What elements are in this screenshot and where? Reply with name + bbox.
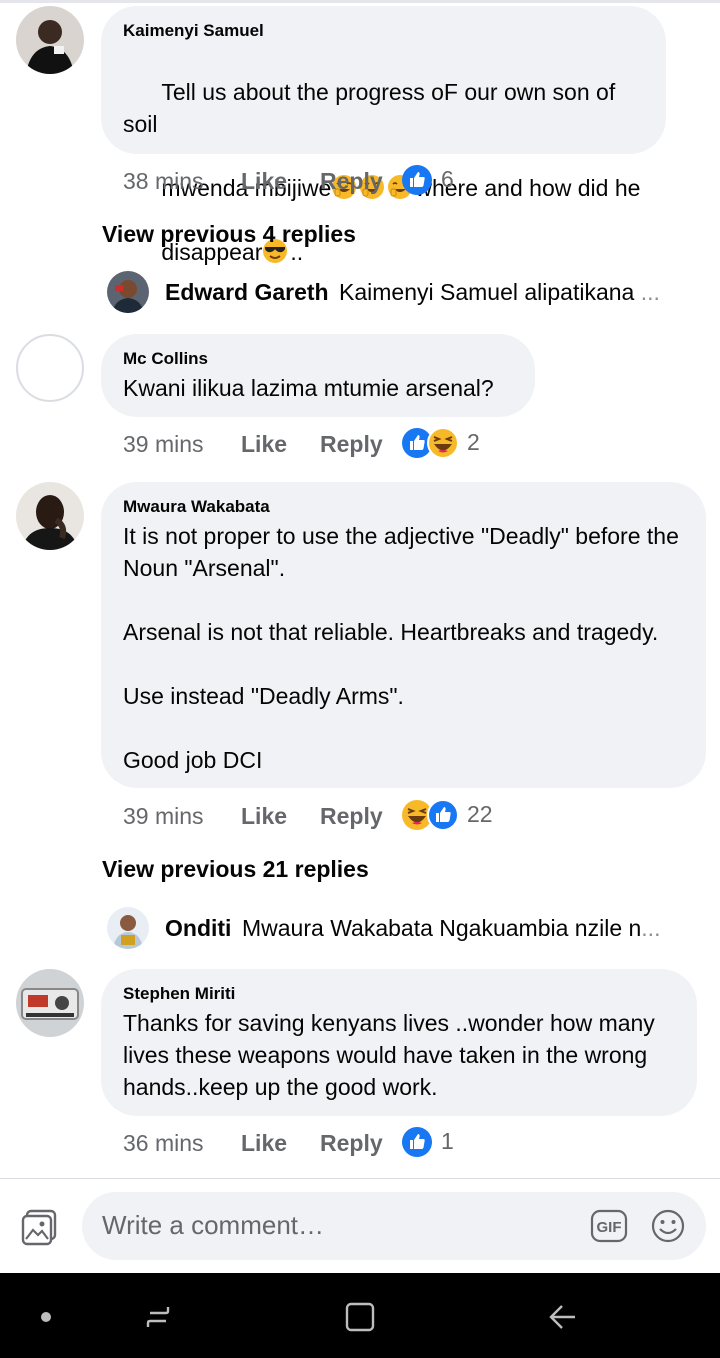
like-button[interactable]: Like bbox=[241, 168, 287, 195]
recent-apps-icon[interactable] bbox=[138, 1295, 178, 1335]
comment-bubble: Kaimenyi Samuel Tell us about the progre… bbox=[101, 6, 666, 265]
reply-preview-text: Mwaura Wakabata Ngakuambia nzile n... bbox=[242, 915, 660, 942]
reply-button[interactable]: Reply bbox=[320, 1130, 383, 1157]
comment-text: Thanks for saving kenyans lives ..wonder… bbox=[123, 1010, 662, 1100]
comment-composer: Write a comment… GIF bbox=[0, 1179, 720, 1273]
comment-bubble: Mc Collins Kwani ilikua lazima mtumie ar… bbox=[101, 334, 535, 417]
comment-time[interactable]: 38 mins bbox=[123, 168, 204, 195]
like-button[interactable]: Like bbox=[241, 1130, 287, 1157]
haha-reaction-icon[interactable] bbox=[427, 427, 459, 459]
reply-preview-body: Mwaura Wakabata Ngakuambia nzile n bbox=[242, 915, 642, 941]
reply-button[interactable]: Reply bbox=[320, 431, 383, 458]
comment-bubble: Stephen Miriti Thanks for saving kenyans… bbox=[101, 969, 697, 1116]
top-divider bbox=[0, 0, 720, 3]
avatar[interactable] bbox=[16, 6, 84, 74]
comment-text: Kwani ilikua lazima mtumie arsenal? bbox=[123, 375, 494, 401]
reaction-count[interactable]: 2 bbox=[467, 429, 480, 456]
ellipsis: ... bbox=[641, 915, 661, 941]
overview-icon[interactable] bbox=[340, 1295, 380, 1335]
emoji-icon[interactable] bbox=[650, 1208, 686, 1244]
view-previous-replies[interactable]: View previous 21 replies bbox=[102, 856, 369, 883]
system-nav-bar bbox=[0, 1273, 720, 1358]
comment-time[interactable]: 39 mins bbox=[123, 803, 204, 830]
like-reaction-icon[interactable] bbox=[427, 799, 459, 831]
reply-button[interactable]: Reply bbox=[320, 168, 383, 195]
reaction-count[interactable]: 6 bbox=[441, 166, 454, 193]
comment-author[interactable]: Mc Collins bbox=[123, 348, 513, 370]
view-previous-replies[interactable]: View previous 4 replies bbox=[102, 221, 356, 248]
like-reaction-icon[interactable] bbox=[401, 164, 433, 196]
avatar[interactable] bbox=[107, 271, 149, 313]
like-reaction-icon[interactable] bbox=[401, 1126, 433, 1158]
reply-preview-text: Kaimenyi Samuel alipatikana ... bbox=[339, 279, 660, 306]
photo-icon[interactable] bbox=[20, 1207, 60, 1247]
avatar[interactable] bbox=[107, 907, 149, 949]
comment-text-line: Tell us about the progress oF our own so… bbox=[123, 79, 622, 137]
gif-icon-label: GIF bbox=[597, 1219, 622, 1236]
reply-preview[interactable]: Onditi Mwaura Wakabata Ngakuambia nzile … bbox=[107, 907, 707, 951]
comment-author[interactable]: Stephen Miriti bbox=[123, 983, 675, 1005]
comment-bubble: Mwaura Wakabata It is not proper to use … bbox=[101, 482, 706, 788]
comment-text: It is not proper to use the adjective "D… bbox=[123, 523, 679, 773]
reply-author[interactable]: Onditi bbox=[165, 915, 231, 942]
home-dot-icon[interactable] bbox=[26, 1295, 66, 1335]
reply-author[interactable]: Edward Gareth bbox=[165, 279, 329, 306]
comment-input[interactable]: Write a comment… GIF bbox=[82, 1192, 706, 1260]
avatar[interactable] bbox=[16, 334, 84, 402]
comment-time[interactable]: 36 mins bbox=[123, 1130, 204, 1157]
avatar[interactable] bbox=[16, 482, 84, 550]
ellipsis: ... bbox=[640, 279, 660, 305]
avatar[interactable] bbox=[16, 969, 84, 1037]
reply-preview-body: Kaimenyi Samuel alipatikana bbox=[339, 279, 635, 305]
reaction-count[interactable]: 1 bbox=[441, 1128, 454, 1155]
reaction-count[interactable]: 22 bbox=[467, 801, 493, 828]
gif-icon[interactable]: GIF bbox=[590, 1208, 628, 1244]
comment-author[interactable]: Kaimenyi Samuel bbox=[123, 20, 644, 42]
like-button[interactable]: Like bbox=[241, 431, 287, 458]
comment-time[interactable]: 39 mins bbox=[123, 431, 204, 458]
comment-author[interactable]: Mwaura Wakabata bbox=[123, 496, 684, 518]
comment-input-placeholder[interactable]: Write a comment… bbox=[102, 1210, 324, 1241]
like-button[interactable]: Like bbox=[241, 803, 287, 830]
back-icon[interactable] bbox=[542, 1295, 582, 1335]
reply-button[interactable]: Reply bbox=[320, 803, 383, 830]
reply-preview[interactable]: Edward Gareth Kaimenyi Samuel alipatikan… bbox=[107, 271, 707, 315]
